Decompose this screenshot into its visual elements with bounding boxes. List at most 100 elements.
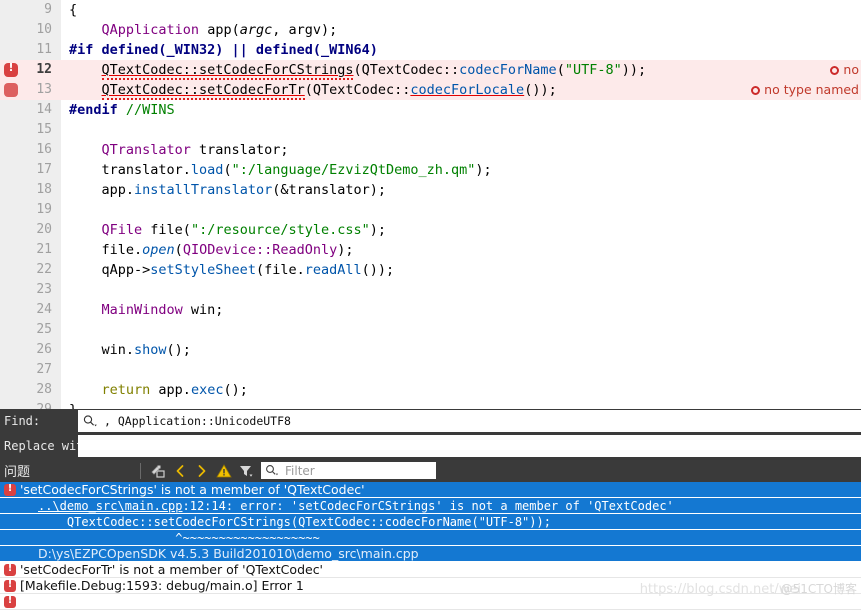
code-token: QIODevice::ReadOnly	[182, 242, 338, 258]
issue-row[interactable]	[0, 594, 861, 610]
code-line[interactable]: 22 qApp->setStyleSheet(file.readAll());	[0, 260, 861, 280]
code-line[interactable]: 10 QApplication app(argc, argv);	[0, 20, 861, 40]
issue-row[interactable]: [Makefile.Debug:1593: debug/main.o] Erro…	[0, 578, 861, 594]
code-token: argc	[239, 22, 273, 38]
inline-error-text: no	[843, 62, 859, 77]
find-replace-bar[interactable]: Find: , QApplication::UnicodeUTF8 Replac…	[0, 409, 861, 459]
line-number: 16	[36, 142, 52, 157]
code-line[interactable]: 9{	[0, 0, 861, 20]
code-line[interactable]: 23	[0, 280, 861, 300]
code-line[interactable]: 17 translator.load(":/language/EzvizQtDe…	[0, 160, 861, 180]
issue-row[interactable]: D:\ys\EZPCOpenSDK v4.5.3 Build201010\dem…	[0, 546, 861, 562]
next-item-icon[interactable]	[191, 461, 213, 481]
code-token: ":/language/EzvizQtDemo_zh.qm"	[231, 162, 476, 178]
issue-text: QTextCodec::setCodecForCStrings(QTextCod…	[38, 515, 551, 529]
code-text: QTextCodec::setCodecForCStrings(QTextCod…	[69, 60, 646, 80]
line-number: 21	[36, 242, 52, 257]
issue-row[interactable]: ^~~~~~~~~~~~~~~~~~~~	[0, 530, 861, 546]
code-editor[interactable]: 9{10 QApplication app(argc, argv); 11 #if …	[0, 0, 861, 409]
copy-issue-icon[interactable]	[147, 461, 169, 481]
code-token: qApp->	[69, 262, 151, 278]
code-token: "UTF-8"	[564, 62, 622, 78]
error-icon	[4, 563, 16, 576]
code-token: ":/resource/style.css"	[190, 222, 370, 238]
code-text: #endif //WINS	[69, 100, 175, 120]
issue-row[interactable]: QTextCodec::setCodecForCStrings(QTextCod…	[0, 514, 861, 530]
code-line[interactable]: 27	[0, 360, 861, 380]
code-text: QApplication app(argc, argv);	[69, 20, 338, 40]
issues-panel-toolbar[interactable]: 问题 Filter	[0, 459, 861, 482]
line-number: 28	[36, 382, 52, 397]
code-line[interactable]: 28 return app.exec();	[0, 380, 861, 400]
issue-row[interactable]: 'setCodecForCStrings' is not a member of…	[0, 482, 861, 498]
code-line[interactable]: 14 #endif //WINS	[0, 100, 861, 120]
code-token: (QTextCodec::	[304, 82, 411, 98]
code-line[interactable]: 25	[0, 320, 861, 340]
code-token: (file.	[255, 262, 305, 278]
code-line[interactable]: 13 QTextCodec::setCodecForTr(QTextCodec:…	[0, 80, 861, 100]
code-line[interactable]: 19	[0, 200, 861, 220]
code-token: QTextCodec::setCodecForCStrings	[101, 62, 354, 80]
code-token: QTextCodec::setCodecForTr	[101, 82, 305, 100]
code-token: show	[134, 342, 167, 358]
line-number: 13	[36, 82, 52, 97]
code-token: (	[174, 242, 183, 258]
filter-input[interactable]: Filter	[261, 462, 436, 479]
issue-text: [Makefile.Debug:1593: debug/main.o] Erro…	[20, 578, 304, 593]
filter-icon[interactable]	[235, 461, 257, 481]
code-token: load	[190, 162, 224, 178]
code-lines[interactable]: 9{10 QApplication app(argc, argv); 11 #if …	[0, 0, 861, 409]
issues-list[interactable]: 'setCodecForCStrings' is not a member of…	[0, 482, 861, 611]
issue-row[interactable]: 'setCodecForTr' is not a member of 'QTex…	[0, 562, 861, 578]
code-token: ());	[524, 82, 557, 98]
code-token: {	[69, 2, 78, 18]
replace-input[interactable]	[78, 435, 861, 457]
code-token: QTranslator	[101, 142, 191, 158]
line-number: 9	[44, 2, 52, 17]
code-line[interactable]: 26 win.show();	[0, 340, 861, 360]
issue-file-link[interactable]: ..\demo_src\main.cpp	[38, 499, 183, 513]
line-number: 10	[36, 22, 52, 37]
code-line[interactable]: 24 MainWindow win;	[0, 300, 861, 320]
line-number: 18	[36, 182, 52, 197]
code-line[interactable]: 21 file.open(QIODevice::ReadOnly);	[0, 240, 861, 260]
code-line[interactable]: 29}	[0, 400, 861, 409]
line-number: 23	[36, 282, 52, 297]
code-line[interactable]: 11 #if defined(_WIN32) || defined(_WIN64)	[0, 40, 861, 60]
line-number: 26	[36, 342, 52, 357]
code-token: translator;	[190, 142, 289, 158]
code-token: codecForName	[459, 62, 557, 78]
issue-text: D:\ys\EZPCOpenSDK v4.5.3 Build201010\dem…	[38, 546, 419, 561]
code-token: win;	[182, 302, 224, 318]
code-line[interactable]: 15	[0, 120, 861, 140]
code-line[interactable]: 12 QTextCodec::setCodecForCStrings(QText…	[0, 60, 861, 80]
code-token: ));	[621, 62, 647, 78]
issue-row[interactable]: ..\demo_src\main.cpp:12:14: error: 'setC…	[0, 498, 861, 514]
line-number: 11	[36, 42, 52, 57]
code-text: MainWindow win;	[69, 300, 224, 320]
code-token: (QTextCodec::	[353, 62, 460, 78]
code-line[interactable]: 16 QTranslator translator;	[0, 140, 861, 160]
error-icon	[4, 483, 16, 496]
code-text: QTextCodec::setCodecForTr(QTextCodec::co…	[69, 80, 557, 100]
previous-item-icon[interactable]	[169, 461, 191, 481]
find-input[interactable]: , QApplication::UnicodeUTF8	[78, 410, 861, 432]
code-token: app(	[199, 22, 240, 38]
search-icon	[82, 414, 98, 428]
code-line[interactable]: 18 app.installTranslator(&translator);	[0, 180, 861, 200]
code-token: codecForLocale	[410, 82, 525, 98]
code-text: translator.load(":/language/EzvizQtDemo_…	[69, 160, 492, 180]
code-token: file(	[142, 222, 191, 238]
code-line[interactable]: 20 QFile file(":/resource/style.css");	[0, 220, 861, 240]
line-number: 14	[36, 102, 52, 117]
line-number: 20	[36, 222, 52, 237]
code-token: (&translator);	[272, 182, 386, 198]
code-token: win.	[69, 342, 135, 358]
code-text: QFile file(":/resource/style.css");	[69, 220, 387, 240]
warning-filter-icon[interactable]	[213, 461, 235, 481]
